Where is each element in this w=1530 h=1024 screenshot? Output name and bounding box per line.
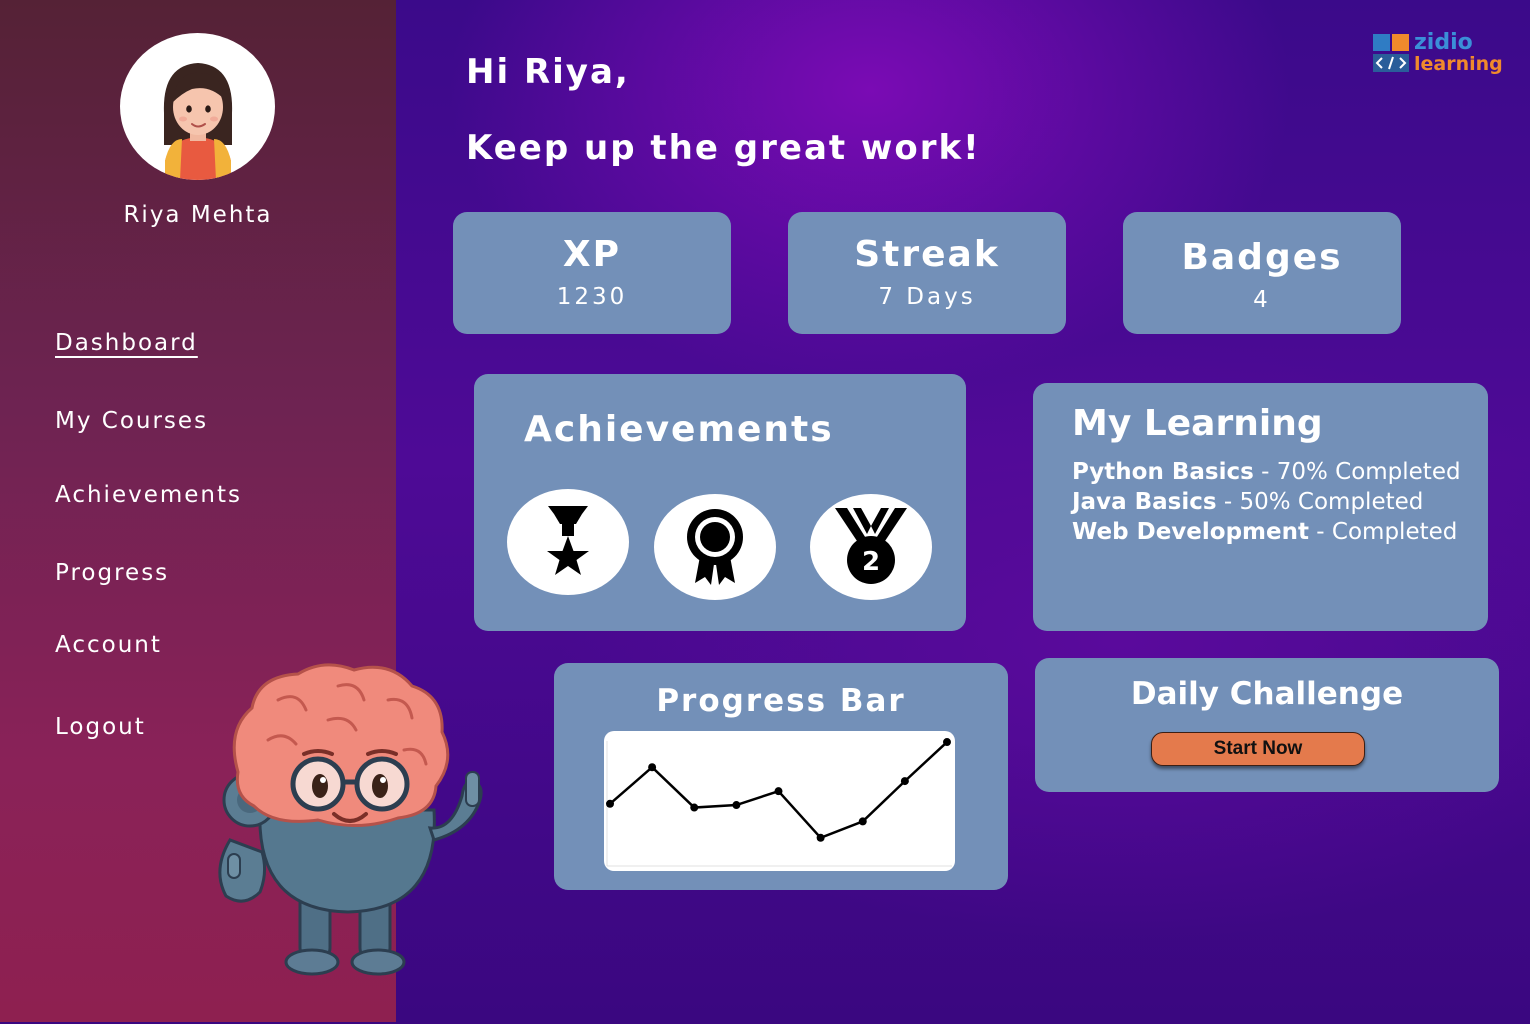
chart-point-1 bbox=[606, 799, 614, 808]
brain-mascot-illustration bbox=[208, 660, 508, 980]
achievements-title: Achievements bbox=[524, 409, 834, 450]
course-name: Python Basics bbox=[1072, 459, 1254, 485]
course-name: Web Development bbox=[1072, 519, 1309, 545]
course-status: - 70% Completed bbox=[1253, 459, 1461, 485]
daily-challenge-card: Daily Challenge Start Now bbox=[1035, 658, 1499, 792]
xp-card: XP 1230 bbox=[453, 212, 731, 334]
second-place-medal-icon: 2 bbox=[835, 508, 907, 584]
my-learning-title: My Learning bbox=[1072, 403, 1323, 444]
course-name: Java Basics bbox=[1072, 489, 1217, 515]
achievement-badge-1[interactable] bbox=[507, 489, 629, 595]
greeting-hello: Hi Riya, bbox=[466, 52, 630, 92]
sidebar-item-dashboard[interactable]: Dashboard bbox=[55, 330, 198, 356]
chart-point-7 bbox=[858, 817, 867, 826]
zidio-logo: zidio learning bbox=[1372, 30, 1503, 77]
xp-value: 1230 bbox=[556, 284, 628, 310]
logo-icon bbox=[1373, 34, 1409, 72]
achievement-badge-2[interactable] bbox=[654, 494, 776, 600]
chart-point-5 bbox=[774, 787, 783, 796]
streak-label: Streak bbox=[854, 234, 1000, 275]
star-medal-icon bbox=[547, 506, 589, 575]
brain-mascot-icon bbox=[218, 663, 483, 976]
chart-point-9 bbox=[943, 738, 951, 747]
start-now-button[interactable]: Start Now bbox=[1151, 732, 1365, 766]
course-status: - Completed bbox=[1309, 519, 1458, 545]
course-python[interactable]: Python Basics - 70% Completed bbox=[1072, 459, 1461, 485]
course-web-development[interactable]: Web Development - Completed bbox=[1072, 519, 1457, 545]
avatar[interactable] bbox=[120, 33, 275, 180]
sidebar-item-account[interactable]: Account bbox=[55, 632, 162, 658]
greeting-motivation: Keep up the great work! bbox=[466, 128, 981, 168]
badges-value: 4 bbox=[1253, 287, 1271, 313]
chart-point-8 bbox=[900, 777, 909, 786]
chart-point-2 bbox=[648, 763, 657, 772]
user-avatar-icon bbox=[163, 63, 233, 180]
sidebar-item-logout[interactable]: Logout bbox=[55, 714, 146, 740]
xp-label: XP bbox=[562, 234, 622, 275]
course-status: - 50% Completed bbox=[1216, 489, 1424, 515]
chart-point-4 bbox=[732, 801, 741, 810]
sidebar-item-progress[interactable]: Progress bbox=[55, 560, 169, 586]
my-learning-card: My Learning Python Basics - 70% Complete… bbox=[1033, 383, 1488, 631]
sidebar-item-achievements[interactable]: Achievements bbox=[55, 482, 242, 508]
daily-challenge-title: Daily Challenge bbox=[1130, 676, 1404, 712]
achievements-card: Achievements 2 bbox=[474, 374, 966, 631]
progress-card: Progress Bar bbox=[554, 663, 1008, 890]
logo-text-learning: learning bbox=[1414, 53, 1503, 75]
chart-point-3 bbox=[690, 803, 699, 812]
medal-number: 2 bbox=[862, 547, 880, 577]
badges-label: Badges bbox=[1181, 237, 1343, 278]
progress-chart bbox=[604, 731, 955, 871]
rosette-award-icon bbox=[687, 509, 743, 585]
logo-text-zidio: zidio bbox=[1414, 30, 1473, 55]
achievement-badge-3[interactable]: 2 bbox=[810, 494, 932, 600]
sidebar-item-my-courses[interactable]: My Courses bbox=[55, 408, 208, 434]
badges-card: Badges 4 bbox=[1123, 212, 1401, 334]
user-name: Riya Mehta bbox=[123, 202, 273, 228]
chart-point-6 bbox=[816, 833, 825, 842]
streak-value: 7 Days bbox=[878, 284, 976, 310]
streak-card: Streak 7 Days bbox=[788, 212, 1066, 334]
progress-title: Progress Bar bbox=[656, 683, 906, 719]
progress-line-chart bbox=[606, 738, 952, 867]
course-java[interactable]: Java Basics - 50% Completed bbox=[1072, 489, 1423, 515]
